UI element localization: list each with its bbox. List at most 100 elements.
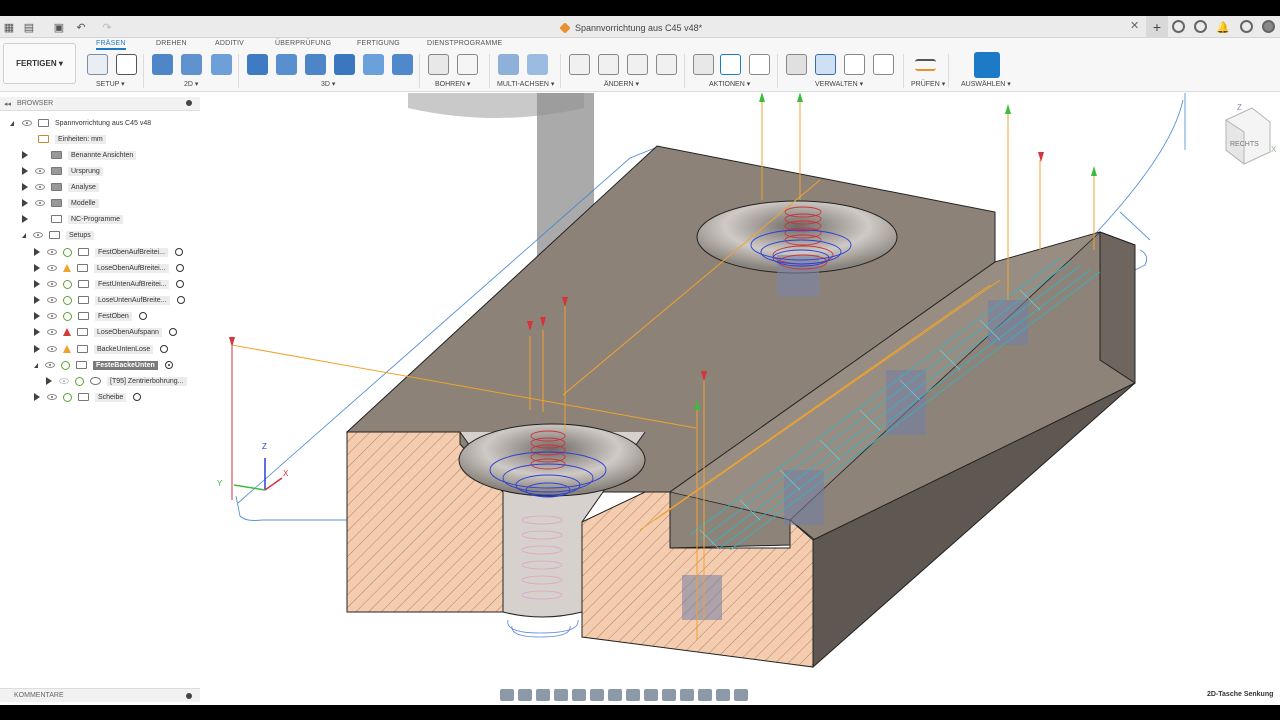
template-library-icon[interactable] [815,54,836,75]
group-2d[interactable]: 2D ▾ [184,80,198,88]
visibility-icon[interactable] [47,313,57,319]
app-grid-icon[interactable]: ▦ [2,20,16,34]
trim-icon[interactable] [569,54,590,75]
tool-display-icon[interactable] [716,688,730,701]
expand-triangle-icon[interactable] [34,264,40,272]
extensions-icon[interactable] [1172,20,1185,33]
delete-toolpath-icon[interactable] [598,54,619,75]
group-bohren[interactable]: BOHREN ▾ [435,80,470,88]
3d-adaptive-icon[interactable] [247,54,268,75]
setup-row[interactable]: LoseUntenAufBreite... [34,293,185,307]
2d-adaptive-icon[interactable] [152,54,173,75]
active-setup-radio[interactable] [164,361,173,369]
setup-row[interactable]: FestObenAufBreitei... [34,245,183,259]
setup-sheet-icon[interactable] [749,54,770,75]
add-comment-icon[interactable] [186,693,192,699]
shaded-icon[interactable] [680,688,694,701]
visibility-icon[interactable] [47,346,57,352]
expand-triangle-icon[interactable] [22,151,28,159]
stock-display-icon[interactable] [644,688,658,701]
tree-node-analysis[interactable]: Analyse [22,180,99,194]
machine-library-icon[interactable] [873,54,894,75]
new-setup-icon[interactable] [87,54,108,75]
camera-icon[interactable] [698,688,712,701]
3d-parallel-icon[interactable] [334,54,355,75]
tree-node-setups[interactable]: Setups [22,228,94,242]
expand-triangle-icon[interactable] [22,199,28,207]
job-status-icon[interactable] [1194,20,1207,33]
activate-radio[interactable] [160,345,169,353]
setup-row[interactable]: Scheibe [34,390,142,404]
group-pruefen[interactable]: PRÜFEN ▾ [911,80,945,88]
file-menu-icon[interactable]: ▤ [22,20,36,34]
zoom-window-icon[interactable] [554,688,568,701]
toolpath-display-icon[interactable] [662,688,676,701]
collapse-triangle-icon[interactable] [22,232,26,238]
group-setup[interactable]: SETUP ▾ [96,80,125,88]
undo-icon[interactable]: ↶ [74,20,88,34]
3d-steep-shallow-icon[interactable] [305,54,326,75]
expand-triangle-icon[interactable] [34,280,40,288]
tree-node-origin[interactable]: Ursprung [22,164,103,178]
orbit-icon[interactable] [500,688,514,701]
2d-contour-icon[interactable] [211,54,232,75]
group-aendern[interactable]: ÄNDERN ▾ [604,80,639,88]
visibility-icon[interactable] [45,362,55,368]
expand-triangle-icon[interactable] [34,393,40,401]
expand-triangle-icon[interactable] [34,296,40,304]
move-toolpath-icon[interactable] [627,54,648,75]
tab-ueberpruefung[interactable]: ÜBERPRÜFUNG [275,40,331,47]
setup-row[interactable]: LoseObenAufspann [34,325,177,339]
3d-scallop-icon[interactable] [363,54,384,75]
tree-root[interactable]: Spannvorrichtung aus C45 v48 [10,116,151,130]
view-cube-face-label[interactable]: RECHTS [1230,141,1259,148]
save-icon[interactable]: ▣ [52,20,66,34]
post-process-icon[interactable] [720,54,741,75]
edit-passes-icon[interactable] [656,54,677,75]
tab-dienstprogramme[interactable]: DIENSTPROGRAMME [427,40,502,47]
multi-axis-contour-icon[interactable] [527,54,548,75]
collapse-triangle-icon[interactable] [10,120,14,126]
activate-radio[interactable] [168,328,177,336]
activate-radio[interactable] [176,280,185,288]
user-avatar[interactable] [1262,20,1275,33]
workspace-switcher[interactable]: FERTIGEN ▾ [3,43,76,84]
visibility-icon[interactable] [35,184,45,190]
look-at-icon[interactable] [518,688,532,701]
document-tab[interactable]: Spannvorrichtung aus C45 v48* [559,19,702,36]
3d-contour-icon[interactable] [392,54,413,75]
setup-row[interactable]: BackeUntenLose [34,342,169,356]
tab-fraesen[interactable]: FRÄSEN [96,40,126,50]
group-verwalten[interactable]: VERWALTEN ▾ [815,80,863,88]
setup-row[interactable]: LoseObenAufBreitei... [34,261,184,275]
expand-triangle-icon[interactable] [34,345,40,353]
simulation-icon[interactable] [734,688,748,701]
redo-icon[interactable]: ↷ [100,20,114,34]
visibility-icon[interactable] [47,297,57,303]
expand-triangle-icon[interactable] [46,377,52,385]
visibility-icon[interactable] [47,265,57,271]
simulate-icon[interactable] [693,54,714,75]
close-tab-icon[interactable]: ✕ [1130,19,1139,32]
nc-program-icon[interactable] [116,54,137,75]
pan-icon[interactable] [536,688,550,701]
visibility-icon[interactable] [35,200,45,206]
activate-radio[interactable] [174,248,183,256]
group-multi-achsen[interactable]: MULTI-ACHSEN ▾ [497,80,554,88]
group-auswaehlen[interactable]: AUSWÄHLEN ▾ [961,80,1011,88]
comments-panel[interactable]: KOMMENTARE [0,688,200,702]
browser-header[interactable]: ◂◂ BROWSER [0,97,200,111]
tree-node-nc-programs[interactable]: NC-Programme [22,212,124,226]
visibility-icon[interactable] [59,378,69,384]
pin-icon[interactable] [186,100,192,106]
new-tab-button[interactable]: + [1146,16,1168,38]
tab-drehen[interactable]: DREHEN [156,40,187,47]
hole-recognition-icon[interactable] [457,54,478,75]
activate-radio[interactable] [175,264,184,272]
operation-row[interactable]: [T95] Zentrierbohrung... [46,374,187,388]
tab-additiv[interactable]: ADDITIV [215,40,244,47]
expand-triangle-icon[interactable] [22,215,28,223]
collapse-triangle-icon[interactable] [34,362,38,368]
swarf-icon[interactable] [498,54,519,75]
help-icon[interactable] [1240,20,1253,33]
